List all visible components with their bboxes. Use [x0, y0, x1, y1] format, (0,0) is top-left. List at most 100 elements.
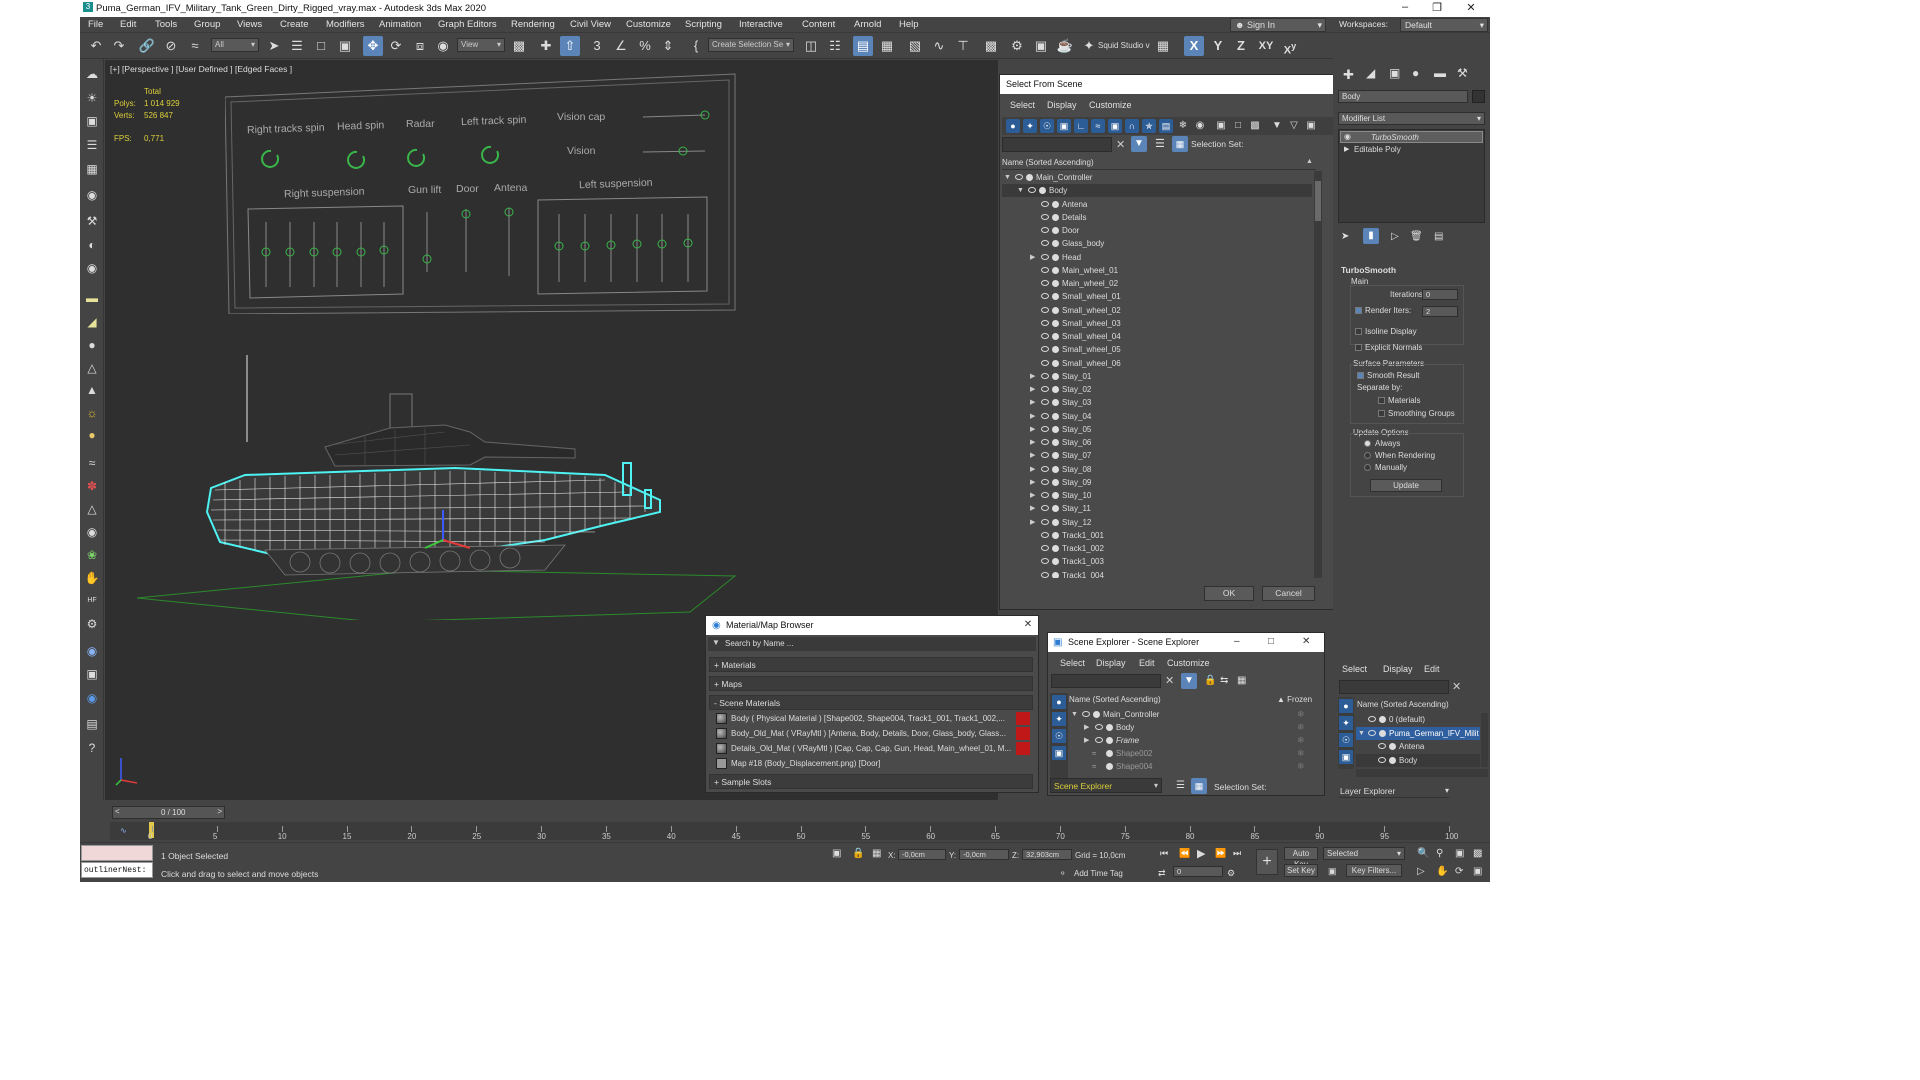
axis-x-button[interactable]: X [1184, 36, 1204, 56]
go-to-end-icon[interactable]: ⏭ [1233, 848, 1241, 859]
sign-in-dropdown[interactable]: ☻ Sign In ▾ [1230, 18, 1326, 32]
clipboard-icon[interactable]: ▣ [83, 665, 101, 683]
set-key-big-icon[interactable]: + [1256, 849, 1278, 875]
se-list-item[interactable]: ≈ Shape004 ❄ [1069, 760, 1323, 773]
se-menu-select[interactable]: Select [1060, 658, 1085, 668]
chevron-right-icon[interactable]: ▶ [1030, 476, 1035, 489]
eye-icon[interactable] [1041, 439, 1049, 445]
close-icon[interactable]: ✕ [1302, 636, 1310, 647]
clear-search-icon[interactable]: ✕ [1452, 680, 1461, 693]
scene-material-item[interactable]: Details_Old_Mat ( VRayMtl ) [Cap, Cap, C… [716, 742, 1030, 756]
x-coord-field[interactable]: -0,0cm [898, 849, 946, 860]
select-manipulate-icon[interactable]: ✚ [536, 36, 556, 56]
menu-help[interactable]: Help [899, 19, 919, 30]
eye-icon[interactable] [1041, 346, 1049, 353]
sfs-list-item[interactable]: Small_wheel_05 [1002, 343, 1312, 356]
frozen-toggle-icon[interactable]: ❄ [1297, 747, 1305, 760]
chevron-right-icon[interactable]: ▶ [1030, 396, 1035, 409]
modify-tab-icon[interactable]: ◢ [1366, 66, 1375, 80]
le-h-scrollbar[interactable] [1356, 769, 1488, 777]
sfs-list-item[interactable]: ▶ Stay_12 [1002, 516, 1312, 529]
sfs-scrollbar-thumb[interactable] [1315, 181, 1321, 221]
hierarchy-icon[interactable]: ▦ [1172, 136, 1188, 152]
hierarchy-tab-icon[interactable]: ▣ [1389, 66, 1400, 80]
maximize-icon[interactable]: ❐ [1422, 1, 1452, 15]
display-icon[interactable]: ◐ [83, 236, 101, 254]
layer-list-item[interactable]: Antena [1356, 740, 1480, 753]
eye-icon[interactable] [1041, 452, 1049, 459]
sfs-list-item[interactable]: ▶ Stay_09 [1002, 476, 1312, 489]
pan-icon[interactable]: ✋ [1436, 866, 1448, 877]
maps-section[interactable]: + Maps [709, 676, 1033, 691]
maximize-icon[interactable]: □ [1268, 636, 1274, 647]
bind-space-warp-icon[interactable]: ≈ [185, 36, 205, 56]
sfs-list-item[interactable]: Small_wheel_04 [1002, 330, 1312, 343]
mirror-icon[interactable]: ◫ [801, 36, 821, 56]
sfs-list-item[interactable]: ▶ Head [1002, 251, 1312, 264]
motion-tab-icon[interactable]: ● [1412, 66, 1419, 80]
align-icon[interactable]: ☷ [825, 36, 845, 56]
eye-icon[interactable] [1015, 174, 1023, 180]
display-tab-icon[interactable]: ▬ [1434, 66, 1446, 80]
chevron-right-icon[interactable]: ▶ [1030, 449, 1035, 462]
sfs-list-item[interactable]: ▶ Stay_04 [1002, 410, 1312, 423]
gear-icon[interactable]: ⚙ [83, 615, 101, 633]
chevron-down-icon[interactable]: ▼ [1071, 708, 1078, 721]
key-filters-button[interactable]: Key Filters... [1346, 864, 1402, 877]
chevron-down-icon[interactable]: ▼ [1017, 184, 1024, 197]
layer-list-item[interactable]: 0 (default) [1356, 713, 1480, 726]
sfs-list-item[interactable]: ▶ Stay_05 [1002, 423, 1312, 436]
zoom-icon[interactable]: 🔍 [1417, 848, 1429, 859]
eye-icon[interactable] [1041, 200, 1049, 207]
eye-icon[interactable] [1041, 558, 1049, 565]
se-list-item[interactable]: ▶ Body ❄ [1069, 721, 1323, 734]
invert-selection-icon[interactable]: ▩ [1248, 119, 1262, 133]
layers-icon[interactable]: ☰ [1176, 780, 1185, 791]
chevron-right-icon[interactable]: ▶ [1030, 502, 1035, 515]
sfs-scrollbar[interactable] [1314, 171, 1322, 578]
zoom-extents-all-icon[interactable]: ▩ [1473, 848, 1482, 859]
sfs-search-input[interactable] [1002, 137, 1112, 152]
hierarchy-icon[interactable]: ▦ [1191, 778, 1207, 794]
teapot-icon[interactable]: ● [83, 426, 101, 444]
menu-content[interactable]: Content [802, 19, 835, 30]
select-and-place-icon[interactable]: ◉ [433, 36, 453, 56]
wrench-icon[interactable]: ⚒ [83, 212, 101, 230]
sfs-list-item[interactable]: ▼ Body [1002, 184, 1312, 198]
menu-create[interactable]: Create [280, 19, 309, 30]
toggle-ribbon-icon[interactable]: ▧ [905, 36, 925, 56]
eye-icon[interactable] [1041, 531, 1049, 538]
menu-tools[interactable]: Tools [155, 19, 177, 30]
chevron-right-icon[interactable]: ▶ [1030, 251, 1035, 264]
shape-type-icon[interactable]: ✦ [1052, 712, 1066, 726]
sfs-list-item[interactable]: ▶ Stay_06 [1002, 436, 1312, 449]
isoline-display-checkbox[interactable] [1355, 328, 1362, 335]
se-column-header[interactable]: Name (Sorted Ascending) ▲ Frozen [1069, 694, 1323, 707]
smooth-result-checkbox[interactable] [1357, 372, 1364, 379]
globe-icon[interactable]: ◉ [83, 642, 101, 660]
sfs-menu-customize[interactable]: Customize [1089, 100, 1132, 110]
rectangle-selection-icon[interactable]: □ [311, 36, 331, 56]
materials-section[interactable]: + Materials [709, 657, 1033, 672]
sun-icon[interactable]: ☼ [83, 404, 101, 422]
eye-icon[interactable] [1041, 213, 1049, 220]
manually-radio[interactable] [1364, 464, 1371, 471]
zoom-all-icon[interactable]: ⚲ [1436, 848, 1443, 859]
se-search-input[interactable] [1051, 674, 1161, 688]
layers-icon[interactable]: ☰ [1155, 137, 1165, 150]
se-menu-customize[interactable]: Customize [1167, 658, 1210, 668]
menu-rendering[interactable]: Rendering [511, 19, 555, 30]
maxscript-mini-listener[interactable]: outlinerNest: [81, 862, 153, 878]
render-production-icon[interactable]: ☕ [1055, 36, 1075, 56]
track-bar[interactable] [110, 822, 1450, 840]
eye-icon[interactable] [1095, 724, 1103, 730]
time-tag-icon[interactable]: ⚬ [1059, 868, 1067, 879]
select-object-icon[interactable]: ➤ [264, 36, 284, 56]
clear-search-icon[interactable]: ✕ [1116, 138, 1125, 151]
light-icon[interactable]: ◉ [83, 186, 101, 204]
menu-edit[interactable]: Edit [120, 19, 136, 30]
sfs-list-item[interactable]: ▶ Stay_02 [1002, 383, 1312, 396]
select-by-name-icon[interactable]: ☰ [287, 36, 307, 56]
paint-icon[interactable]: ✽ [83, 477, 101, 495]
layout-icon[interactable]: ▦ [1153, 36, 1173, 56]
